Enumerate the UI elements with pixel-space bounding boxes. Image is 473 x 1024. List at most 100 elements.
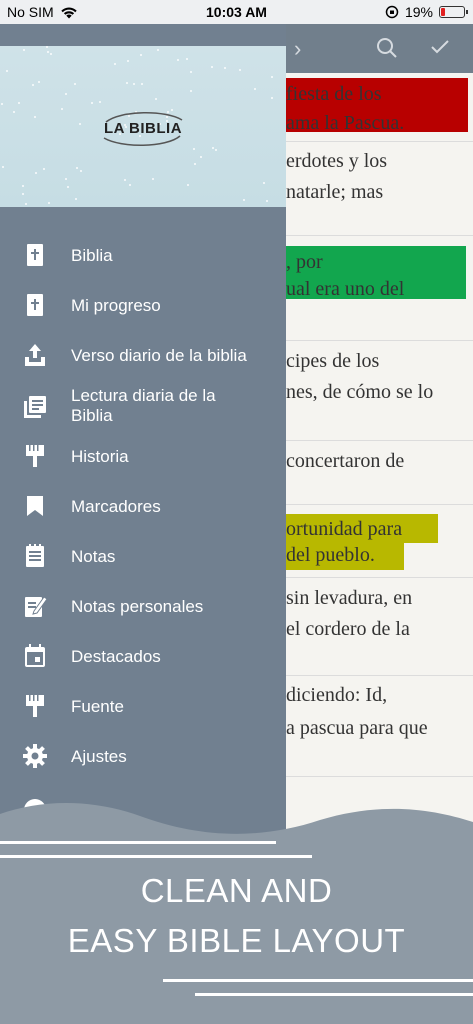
verse-line: ual era uno del <box>286 278 405 300</box>
sparkle <box>22 185 24 187</box>
verse-line: a pascua para que <box>286 717 428 739</box>
sparkle <box>224 67 226 69</box>
verse-line: diciendo: Id, <box>286 684 388 706</box>
sparkle <box>6 70 8 72</box>
verse-line: sin levadura, en <box>286 587 413 609</box>
sparkle <box>47 51 49 53</box>
decorative-rule <box>0 841 276 844</box>
sparkle <box>46 46 48 48</box>
sparkle <box>266 200 268 202</box>
sparkle <box>212 147 214 149</box>
menu-item-ajustes[interactable]: Ajustes <box>0 731 286 781</box>
bible-icon <box>27 294 43 316</box>
decorative-rule <box>195 993 473 996</box>
menu-item-verso-diario[interactable]: Verso diario de la biblia <box>0 330 286 380</box>
library-books-icon <box>24 396 46 418</box>
sparkle <box>271 97 273 99</box>
verse-line: ama la Pascua. <box>286 112 405 134</box>
sparkle <box>65 93 67 95</box>
promo-line-1: CLEAN AND <box>140 872 333 909</box>
menu-item-marcadores[interactable]: Marcadores <box>0 481 286 531</box>
sparkle <box>187 184 189 186</box>
menu-item-historia[interactable]: Historia <box>0 431 286 481</box>
sparkle <box>23 49 25 51</box>
sparkle <box>239 69 241 71</box>
sparkle <box>124 179 126 181</box>
menu-item-label: Verso diario de la biblia <box>71 346 247 365</box>
search-icon[interactable] <box>376 37 398 59</box>
sparkle <box>177 59 179 61</box>
sparkle <box>43 168 45 170</box>
verse-line: nes, de cómo se lo <box>286 381 434 403</box>
verse-line: cipes de los <box>286 350 380 372</box>
brush-icon <box>26 695 44 717</box>
sparkle <box>152 178 154 180</box>
gear-icon <box>23 744 47 768</box>
sparkle <box>155 98 157 100</box>
menu-item-fuente[interactable]: Fuente <box>0 681 286 731</box>
sparkle <box>194 163 196 165</box>
sparkle <box>1 103 3 105</box>
sparkle <box>126 82 128 84</box>
menu-item-label: Fuente <box>71 697 124 716</box>
sparkle <box>193 148 195 150</box>
sparkle <box>215 149 217 151</box>
sparkle <box>141 83 143 85</box>
menu-item-label: Biblia <box>71 246 113 265</box>
menu-item-label: Marcadores <box>71 497 161 516</box>
sparkle <box>67 186 69 188</box>
sparkle <box>99 101 101 103</box>
sparkle <box>48 202 50 204</box>
sparkle <box>190 90 192 92</box>
sparkle <box>140 54 142 56</box>
upload-tray-icon <box>25 344 45 366</box>
status-bar: No SIM 10:03 AM 19% <box>0 0 473 24</box>
menu-item-label: Destacados <box>71 647 161 666</box>
verse-line: del pueblo. <box>286 544 375 566</box>
sparkle <box>80 170 82 172</box>
verse-line: natarle; mas <box>286 181 384 203</box>
decorative-rule <box>163 979 473 982</box>
menu-item-label: Ajustes <box>71 747 127 766</box>
sparkle <box>25 203 27 205</box>
bible-icon <box>27 244 43 266</box>
menu-item-notas[interactable]: Notas <box>0 531 286 581</box>
sparkle <box>75 198 77 200</box>
sparkle <box>76 167 78 169</box>
menu-item-label: Notas <box>71 547 116 566</box>
menu-item-lectura-diaria[interactable]: Lectura diaria de la Biblia <box>0 380 286 432</box>
sparkle <box>200 156 202 158</box>
sparkle <box>22 193 24 195</box>
sparkle <box>91 102 93 104</box>
sparkle <box>35 172 37 174</box>
menu-item-label: Lectura diaria de la Biblia <box>71 386 216 425</box>
sparkle <box>61 108 63 110</box>
sparkle <box>79 123 81 125</box>
edit-note-icon <box>25 596 48 617</box>
sparkle <box>114 63 116 65</box>
sparkle <box>65 178 67 180</box>
promo-banner: CLEAN AND EASY BIBLE LAYOUT <box>0 780 473 1024</box>
sparkle <box>129 184 131 186</box>
menu-item-notas-personales[interactable]: Notas personales <box>0 581 286 631</box>
menu-item-biblia[interactable]: Biblia <box>0 230 286 280</box>
bookmark-icon <box>27 496 43 516</box>
sparkle <box>50 53 52 55</box>
sparkle <box>18 102 20 104</box>
sparkle <box>133 83 135 85</box>
menu-item-mi-progreso[interactable]: Mi progreso <box>0 280 286 330</box>
verse-divider <box>286 235 473 236</box>
check-icon[interactable] <box>430 39 450 55</box>
calendar-icon <box>25 644 45 667</box>
logo-text: LA BIBLIA <box>103 120 183 137</box>
verse-divider <box>286 440 473 441</box>
verse-divider <box>286 340 473 341</box>
notes-icon <box>26 544 44 567</box>
menu-item-destacados[interactable]: Destacados <box>0 631 286 681</box>
brush-icon <box>26 445 44 467</box>
rotation-lock-icon <box>385 5 399 19</box>
verse-line: fiesta de los <box>286 83 382 105</box>
verse-line: el cordero de la <box>286 618 410 640</box>
app-logo: LA BIBLIA <box>96 108 190 148</box>
chevron-right-icon[interactable]: › <box>294 36 301 62</box>
